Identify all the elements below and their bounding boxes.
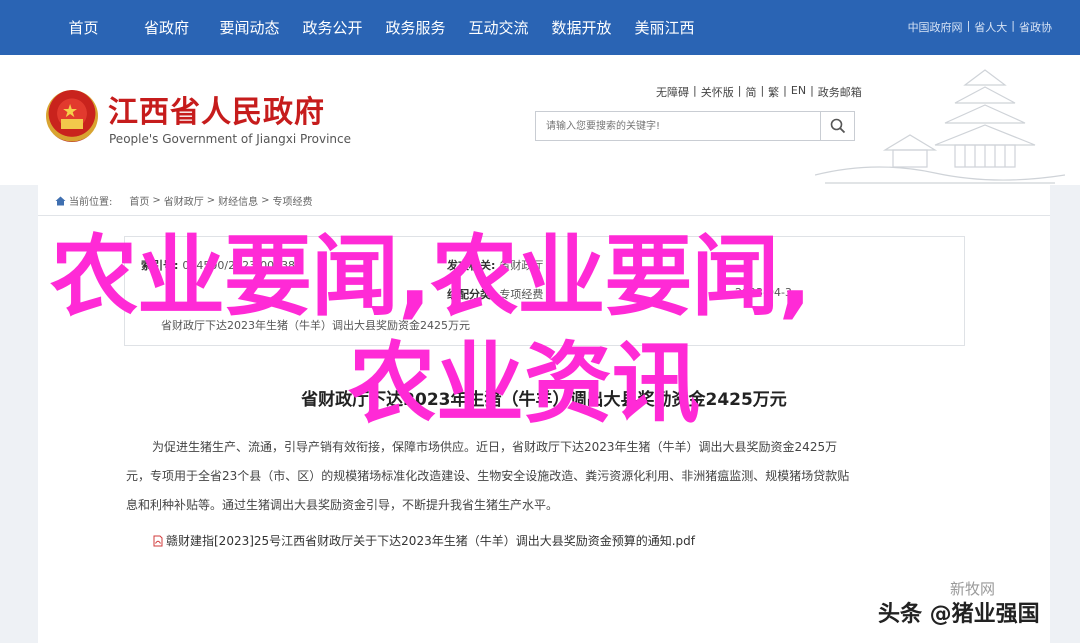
separator: |	[783, 84, 787, 97]
nav-item-province-gov[interactable]: 省政府	[125, 17, 208, 38]
search-box	[535, 111, 855, 141]
link-accessibility[interactable]: 无障碍	[656, 84, 689, 100]
meta-publisher-value: 省财政厅	[499, 259, 544, 272]
meta-index-label: 索引号:	[141, 259, 179, 272]
nav-item-news[interactable]: 要闻动态	[208, 17, 291, 38]
tengwang-pavilion-illustration	[815, 69, 1065, 184]
separator: |	[966, 19, 971, 32]
attachment-link[interactable]: 赣财建指[2023]25号江西省财政厅关于下达2023年生猪（牛羊）调出大县奖励…	[152, 532, 695, 549]
meta-publisher: 发文机关: 省财政厅	[447, 257, 543, 273]
home-icon	[55, 196, 66, 205]
meta-index: 索引号: 014500/2023-00338	[141, 257, 295, 273]
breadcrumb: 当前位置: 首页 > 省财政厅 > 财经信息 > 专项经费	[55, 193, 313, 208]
link-provincial-cppcc[interactable]: 省政协	[1019, 19, 1052, 35]
site-name-chinese[interactable]: 江西省人民政府	[108, 87, 325, 131]
link-provincial-congress[interactable]: 省人大	[974, 19, 1007, 35]
article-paragraph-line: 为促进生猪生产、流通，引导产销有效衔接，保障市场供应。近日，省财政厅下达2023…	[152, 440, 838, 454]
site-name-english: People's Government of Jiangxi Province	[109, 132, 352, 146]
search-input[interactable]	[536, 112, 820, 140]
breadcrumb-finance-dept[interactable]: 省财政厅	[164, 193, 204, 208]
meta-title-value: 省财政厅下达2023年生猪（牛羊）调出大县奖励资金2425万元	[161, 319, 470, 332]
nav-item-beautiful-jiangxi[interactable]: 美丽江西	[623, 17, 706, 38]
breadcrumb-home[interactable]: 首页	[129, 193, 149, 208]
gate-icon	[61, 119, 83, 129]
breadcrumb-separator: >	[261, 195, 270, 206]
attachment-filename[interactable]: 赣财建指[2023]25号江西省财政厅关于下达2023年生猪（牛羊）调出大县奖励…	[166, 532, 695, 549]
main-nav: 首页 省政府 要闻动态 政务公开 政务服务 互动交流 数据开放 美丽江西	[42, 0, 706, 55]
meta-date-value: 2023-04-3	[735, 286, 792, 299]
separator: |	[760, 84, 765, 97]
document-metadata-box: 索引号: 014500/2023-00338 发文机关: 省财政厅 组配分类: 专项经…	[124, 236, 965, 346]
watermark-author: 头条 @猪业强国	[878, 602, 1040, 627]
content-panel: 当前位置: 首页 > 省财政厅 > 财经信息 > 专项经费 索引号: 014500…	[38, 185, 1050, 643]
separator: |	[810, 84, 814, 97]
breadcrumb-special-funds[interactable]: 专项经费	[273, 193, 313, 208]
meta-title: 省财政厅下达2023年生猪（牛羊）调出大县奖励资金2425万元	[161, 317, 470, 333]
article-title: 省财政厅下达2023年生猪（牛羊）调出大县奖励资金2425万元	[301, 390, 787, 410]
article-paragraph-line: 元，专项用于全省23个县（市、区）的规模猪场标准化改造建设、生物安全设施改造、粪…	[126, 469, 850, 483]
nav-item-home[interactable]: 首页	[42, 17, 125, 38]
link-english[interactable]: EN	[791, 84, 806, 100]
separator: |	[737, 84, 742, 97]
site-header: ★ 江西省人民政府 People's Government of Jiangxi…	[0, 55, 1080, 185]
national-emblem-logo[interactable]: ★	[46, 90, 98, 142]
link-china-gov[interactable]: 中国政府网	[908, 19, 963, 35]
meta-index-value: 014500/2023-00338	[182, 259, 296, 272]
breadcrumb-separator: >	[152, 195, 161, 206]
separator: |	[1011, 19, 1015, 32]
breadcrumb-separator: >	[206, 195, 216, 206]
meta-date: 2023-04-3	[735, 286, 792, 299]
top-nav-bar: 首页 省政府 要闻动态 政务公开 政务服务 互动交流 数据开放 美丽江西 中国政…	[0, 0, 1080, 55]
divider	[38, 215, 1050, 216]
meta-category: 组配分类: 专项经费	[447, 286, 543, 302]
external-links: 中国政府网 | 省人大 | 省政协	[908, 19, 1052, 35]
link-traditional[interactable]: 繁	[768, 84, 779, 100]
meta-publisher-label: 发文机关:	[447, 259, 496, 272]
nav-item-gov-services[interactable]: 政务服务	[374, 17, 457, 38]
link-simplified[interactable]: 简	[745, 84, 756, 100]
nav-item-interaction[interactable]: 互动交流	[457, 17, 540, 38]
current-position-label: 当前位置:	[69, 197, 113, 208]
article-paragraph-line: 息和利种补贴等。通过生猪调出大县奖励资金引导，不断提升我省生猪生产水平。	[126, 498, 559, 512]
breadcrumb-finance-info[interactable]: 财经信息	[218, 193, 258, 208]
nav-item-gov-affairs-open[interactable]: 政务公开	[291, 17, 374, 38]
link-elderly-mode[interactable]: 关怀版	[701, 84, 734, 100]
pdf-file-icon	[153, 535, 163, 546]
meta-category-label: 组配分类:	[447, 288, 496, 301]
nav-item-open-data[interactable]: 数据开放	[540, 17, 623, 38]
meta-category-value: 专项经费	[499, 288, 544, 301]
separator: |	[693, 84, 697, 97]
